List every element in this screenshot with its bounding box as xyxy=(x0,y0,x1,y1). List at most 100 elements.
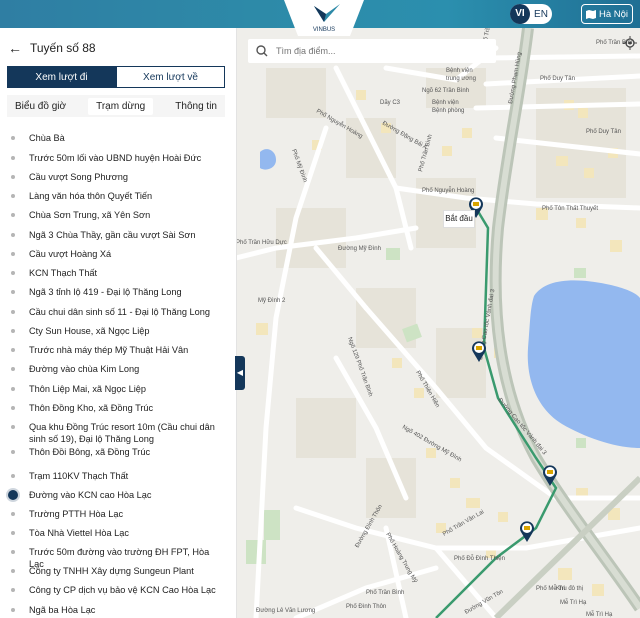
stop-name: Trước 50m lối vào UBND huyện Hoài Đức xyxy=(29,153,202,163)
map-label: Bệnh viện xyxy=(446,68,473,74)
locate-icon[interactable] xyxy=(623,36,637,50)
stop-name: Cầu chui dân sinh số 11 - Đại lộ Thăng L… xyxy=(29,307,210,317)
map-label: Bệnh viện xyxy=(432,100,459,106)
stop-dot-icon xyxy=(11,175,15,179)
back-button[interactable]: ← Tuyến số 88 xyxy=(8,40,96,56)
stop-dot-icon xyxy=(11,156,15,160)
stop-name: Trạm 110KV Thạch Thất xyxy=(29,471,129,481)
stop-name: Ngã 3 tỉnh lộ 419 - Đại lộ Thăng Long xyxy=(29,287,182,297)
info-tabs: Biểu đồ giờ Trạm dừng Thông tin xyxy=(7,95,225,117)
tab-schedule[interactable]: Biểu đồ giờ xyxy=(7,98,74,115)
stop-dot-icon xyxy=(11,290,15,294)
stop-name: Chùa Sơn Trung, xã Yên Sơn xyxy=(29,210,151,220)
map-label: Bệnh phòng xyxy=(432,108,464,114)
bus-stop-pin-icon[interactable] xyxy=(542,464,558,486)
map-label: trung ương xyxy=(446,76,476,82)
stop-name: Làng văn hóa thôn Quyết Tiến xyxy=(29,191,153,201)
stop-dot-icon xyxy=(11,271,15,275)
map-canvas[interactable]: Đường Phạm Hùng Phố Trần Bình Phố Trần B… xyxy=(236,28,640,618)
map-label: Phố Đỗ Đình Thiện xyxy=(454,555,505,562)
stop-name: Cầu vượt Song Phương xyxy=(29,172,128,182)
map-icon xyxy=(585,9,596,19)
stop-dot-icon xyxy=(11,194,15,198)
map-label: Phố Trần Hữu Dực xyxy=(236,240,287,246)
map-label: Phố Đình Thôn xyxy=(346,604,386,610)
stop-dot-icon xyxy=(11,474,15,478)
route-title: Tuyến số 88 xyxy=(30,41,96,55)
route-panel: ← Tuyến số 88 Xem lượt đi Xem lượt về Bi… xyxy=(0,28,237,618)
stop-name: Thôn Đồng Kho, xã Đồng Trúc xyxy=(29,403,154,413)
map[interactable]: Đường Phạm Hùng Phố Trần Bình Phố Trần B… xyxy=(236,28,640,618)
stop-dot-icon xyxy=(11,550,15,554)
stop-dot-icon xyxy=(11,406,15,410)
bus-stop-pin-icon[interactable] xyxy=(471,340,487,362)
map-search-box[interactable] xyxy=(248,39,496,63)
map-label: Mỹ Đình 2 xyxy=(258,298,286,304)
stop-dot-icon xyxy=(11,531,15,535)
stop-dot-icon xyxy=(11,252,15,256)
map-label: Phố Duy Tân xyxy=(586,129,621,135)
stop-name: Công ty TNHH Xây dựng Sungeun Plant xyxy=(29,566,194,576)
stop-name: Trước nhà máy thép Mỹ Thuật Hải Vân xyxy=(29,345,189,355)
direction-tabs: Xem lượt đi Xem lượt về xyxy=(7,66,225,88)
stop-name: Chùa Bà xyxy=(29,133,65,143)
language-switcher[interactable]: VI EN xyxy=(510,4,552,24)
chevron-left-icon: ◀ xyxy=(236,368,244,377)
map-label: Ngõ 62 Trần Bình xyxy=(422,88,469,94)
lang-en-button[interactable]: EN xyxy=(530,9,552,20)
stop-name: Ngã 3 Chùa Thầy, gần cầu vượt Sài Sơn xyxy=(29,230,196,240)
map-label: Mễ Trì Hạ xyxy=(560,599,587,606)
stop-name: Cầu vượt Hoàng Xá xyxy=(29,249,112,259)
map-label: Phố Nguyễn Hoàng xyxy=(422,187,474,194)
stop-dot-icon xyxy=(11,136,15,140)
map-label: Mễ Trì Hạ xyxy=(586,611,613,618)
map-label: Đường Mỹ Đình xyxy=(338,246,381,252)
stop-name: Trường PTTH Hòa Lạc xyxy=(29,509,124,519)
city-label: Hà Nội xyxy=(598,8,629,20)
stop-name: Đường vào chùa Kim Long xyxy=(29,364,140,374)
stop-dot-icon xyxy=(11,608,15,612)
stop-name: Ngã ba Hòa Lạc xyxy=(29,605,96,615)
lang-vi-button[interactable]: VI xyxy=(510,4,530,24)
map-label: Đường Lê Văn Lương xyxy=(256,608,315,614)
start-tooltip: Bắt đầu xyxy=(443,210,475,228)
stop-dot-icon xyxy=(11,588,15,592)
stop-dot-icon xyxy=(11,233,15,237)
map-label: Phố Tôn Thất Thuyết xyxy=(542,206,598,212)
stop-dot-icon xyxy=(11,425,15,429)
stop-dot-icon xyxy=(11,387,15,391)
city-button[interactable]: Hà Nội xyxy=(581,4,633,24)
stop-dot-icon xyxy=(11,348,15,352)
map-label: Phố Trần Bình xyxy=(366,590,404,596)
map-label: Phố Duy Tân xyxy=(540,76,575,82)
tab-info[interactable]: Thông tin xyxy=(167,98,225,115)
tab-return[interactable]: Xem lượt về xyxy=(116,66,225,88)
collapse-panel-button[interactable]: ◀ xyxy=(235,356,245,390)
stop-name: Thôn Đồi Bông, xã Đồng Trúc xyxy=(29,447,151,457)
stop-dot-icon xyxy=(11,450,15,454)
stop-dot-icon xyxy=(11,569,15,573)
map-label: Dãy C3 xyxy=(380,100,401,106)
bus-stop-pin-icon[interactable] xyxy=(519,520,535,542)
stop-dot-icon xyxy=(11,213,15,217)
arrow-left-icon: ← xyxy=(8,40,22,56)
stop-name: Tòa Nhà Viettel Hòa Lạc xyxy=(29,528,129,538)
stop-dot-icon xyxy=(11,512,15,516)
stop-name: Công ty CP dịch vụ bảo vệ KCN Cao Hòa Lạ… xyxy=(29,585,216,595)
stop-name: Thôn Liệp Mai, xã Ngọc Liệp xyxy=(29,384,146,394)
tab-stops[interactable]: Trạm dừng xyxy=(88,97,154,115)
map-search-input[interactable] xyxy=(274,45,478,57)
tab-outbound[interactable]: Xem lượt đi xyxy=(7,66,116,88)
brand-text: VINBUS xyxy=(313,27,335,33)
stop-name: KCN Thạch Thất xyxy=(29,268,98,278)
stop-dot-icon xyxy=(11,310,15,314)
search-icon xyxy=(256,45,268,57)
map-label: Khu đô thị xyxy=(556,586,583,592)
vinbus-logo[interactable]: VINBUS xyxy=(284,0,364,36)
stop-dot-icon xyxy=(11,367,15,371)
stop-name: Đường vào KCN cao Hòa Lạc xyxy=(29,490,152,500)
stop-name: Qua khu Đồng Trúc resort 10m (Cầu chui d… xyxy=(29,422,215,444)
stop-dot-icon xyxy=(11,329,15,333)
stop-name: Cty Sun House, xã Ngọc Liệp xyxy=(29,326,150,336)
current-stop-marker-icon xyxy=(8,490,18,500)
